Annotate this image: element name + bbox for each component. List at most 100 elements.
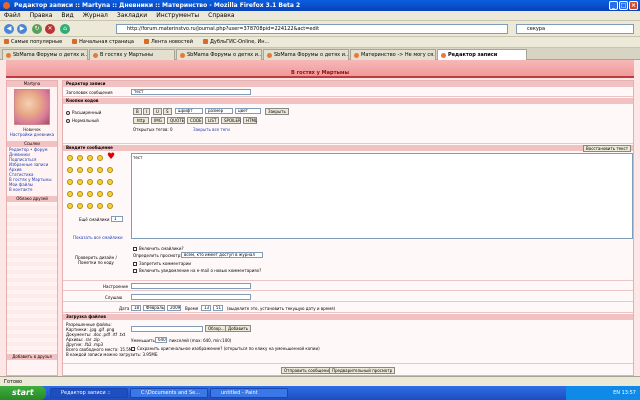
close-button[interactable]: × [629,1,638,10]
smiley-icon[interactable] [87,179,93,185]
smiley-icon[interactable] [87,203,93,209]
menu-bookmarks[interactable]: Закладки [117,11,147,20]
bookmark-item[interactable]: Лента новостей [144,37,193,47]
maximize-button[interactable]: □ [619,1,628,10]
smiley-icon[interactable] [97,191,103,197]
smiley-icon[interactable] [107,167,113,173]
smiley-icon[interactable] [77,155,83,161]
bookmark-item[interactable]: Самые популярные [4,37,62,47]
smiley-icon[interactable] [87,155,93,161]
tab-item[interactable]: SbMama Форумы о детях и... [2,49,88,60]
music-input[interactable] [131,294,251,300]
bookmark-item[interactable]: ДубльГИС-Online, Ин... [203,37,269,47]
smiley-icon[interactable] [97,203,103,209]
close-tags-button[interactable]: Закрыть [265,108,289,115]
title-input[interactable]: тест [131,89,251,95]
font-face-select[interactable]: шрифт [175,108,203,114]
sidebar-link[interactable]: В контакте [7,187,57,192]
url-button[interactable]: http [133,117,149,124]
smiley-icon[interactable] [67,167,73,173]
smiley-icon[interactable] [107,179,113,185]
smiley-icon[interactable] [107,191,113,197]
url-input[interactable]: http://forum.materinstvo.ru/journal.php?… [116,24,508,34]
img-button[interactable]: IMG [151,117,165,124]
stop-icon[interactable]: ✕ [45,24,55,34]
bookmark-item[interactable]: Начальная страница [72,37,134,47]
bold-button[interactable]: B [133,108,142,115]
mode-advanced-radio[interactable]: Расширенный [66,110,101,115]
time-hour-input[interactable]: 13 [201,305,211,311]
tab-item[interactable]: SbMama Форумы о детях и... [263,49,349,60]
smiley-icon[interactable] [67,191,73,197]
underline-button[interactable]: U [153,108,162,115]
code-button[interactable]: CODE [187,117,203,124]
date-day-input[interactable]: 18 [131,305,141,311]
smiley-icon[interactable] [77,167,83,173]
menu-edit[interactable]: Правка [30,11,53,20]
mood-input[interactable] [131,283,251,289]
show-all-smilies-link[interactable]: Показать все смайлики [73,235,123,240]
smiley-icon[interactable] [97,179,103,185]
home-icon[interactable]: ⌂ [60,24,70,34]
file-input[interactable] [131,326,203,332]
smiley-icon[interactable] [107,203,113,209]
search-input[interactable]: секура [516,24,634,34]
smiley-icon[interactable] [77,203,83,209]
smilies-select[interactable]: 1 [111,216,123,222]
keep-original-checkbox[interactable]: Сохранить оригинальное изображение? (отк… [131,346,320,351]
heart-icon[interactable]: ♥ [107,153,115,162]
disable-comments-checkbox[interactable]: Запретить комментарии [133,261,191,266]
taskbar-item[interactable]: C:\Documents and Se... [130,388,208,398]
tab-item[interactable]: Материнство -> Не могу ся... [350,49,436,60]
list-button[interactable]: LIST [205,117,219,124]
menu-file[interactable]: Файл [4,11,21,20]
smiley-icon[interactable] [67,203,73,209]
add-file-button[interactable]: Добавить [225,325,252,332]
tab-item[interactable]: SbMama Форумы о детях и... [176,49,262,60]
smiley-icon[interactable] [87,191,93,197]
message-textarea[interactable]: тест [131,153,633,239]
time-minute-input[interactable]: 51 [213,305,223,311]
start-button[interactable]: start [0,386,46,400]
back-icon[interactable]: ◀ [4,24,14,34]
taskbar-item[interactable]: Редактор записи :: [50,388,128,398]
restore-text-button[interactable]: Восстановить текст [583,145,632,152]
smiley-icon[interactable] [87,167,93,173]
quote-button[interactable]: QUOTE [167,117,185,124]
smiley-icon[interactable] [97,167,103,173]
close-all-tags-link[interactable]: Закрыть все теги [193,127,230,132]
preview-button[interactable]: Предварительный просмотр [329,367,396,374]
thumb-size-input[interactable]: 640 [155,337,167,343]
bbcode-row: Расширенный Нормальный B I U S шрифт раз… [63,104,633,144]
taskbar-item[interactable]: untitled - Paint [210,388,288,398]
html-button[interactable]: HTML [243,117,257,124]
forward-icon[interactable]: ▶ [17,24,27,34]
spoiler-button[interactable]: SPOILER [221,117,241,124]
enable-smilies-checkbox[interactable]: Включить смайлики? [133,246,184,251]
font-color-select[interactable]: цвет [235,108,261,114]
smiley-icon[interactable] [97,155,103,161]
date-month-select[interactable]: Февраль [143,305,165,311]
status-bar: Готово [0,376,640,386]
tab-item[interactable]: В гостях у Мартыны [89,49,175,60]
menu-tools[interactable]: Инструменты [156,11,199,20]
minimize-button[interactable]: _ [609,1,618,10]
mode-normal-radio[interactable]: Нормальный [66,118,99,123]
smiley-icon[interactable] [77,179,83,185]
date-year-input[interactable]: 2009 [167,305,181,311]
smiley-icon[interactable] [67,179,73,185]
menu-view[interactable]: Вид [61,11,73,20]
smiley-icon[interactable] [67,155,73,161]
smiley-icon[interactable] [77,191,83,197]
diary-settings-link[interactable]: Настройки дневника [7,132,57,137]
tab-active[interactable]: Редактор записи [437,49,527,60]
reload-icon[interactable]: ↻ [32,24,42,34]
strike-button[interactable]: S [163,108,172,115]
menu-history[interactable]: Журнал [83,11,108,20]
email-notify-checkbox[interactable]: Включить уведомление на e-mail о новых к… [133,268,261,273]
italic-button[interactable]: I [143,108,151,115]
visibility-select[interactable]: всем, кто имеет доступ в журнал [181,252,263,258]
font-size-select[interactable]: размер [205,108,233,114]
menu-help[interactable]: Справка [208,11,234,20]
submit-button[interactable]: Отправить сообщение [281,367,335,374]
